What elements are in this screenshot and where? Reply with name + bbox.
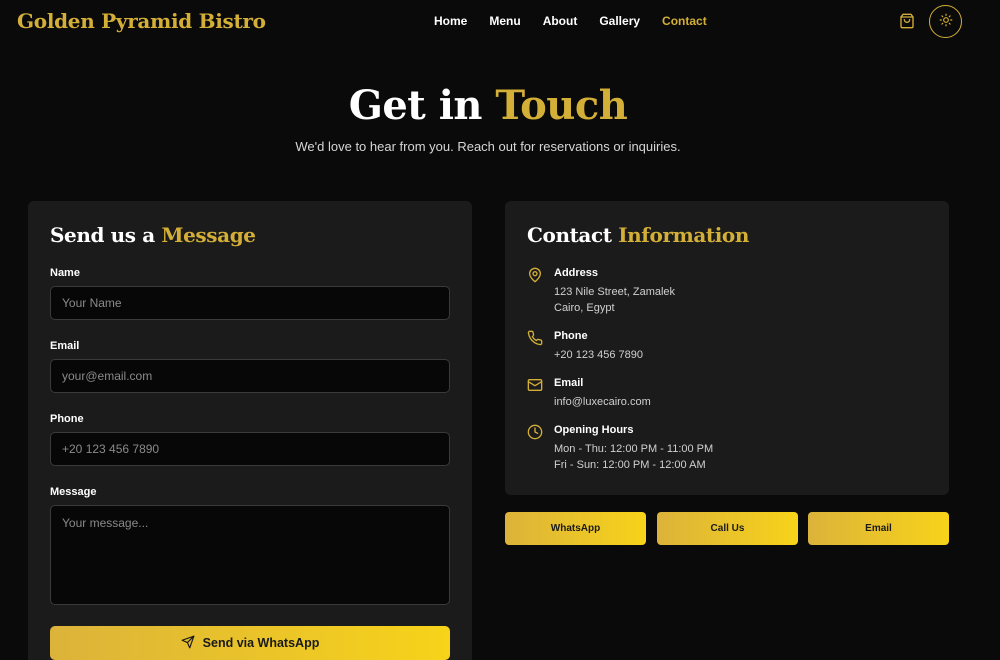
whatsapp-button[interactable]: WhatsApp	[505, 512, 646, 545]
name-label: Name	[50, 267, 80, 279]
address-line-1: 123 Nile Street, Zamalek	[554, 286, 676, 298]
contact-title: Contact Information	[527, 223, 749, 247]
send-whatsapp-label: Send via WhatsApp	[202, 636, 320, 650]
main-nav: Home Menu About Gallery Contact	[434, 14, 729, 28]
nav-gallery[interactable]: Gallery	[599, 14, 640, 28]
address-label: Address	[554, 267, 599, 279]
email-input[interactable]	[50, 359, 450, 393]
shopping-bag-icon[interactable]	[899, 13, 915, 29]
clock-icon	[527, 424, 543, 440]
contact-title-main: Contact	[527, 223, 612, 247]
mail-icon	[527, 377, 543, 393]
hours-line-1: Mon - Thu: 12:00 PM - 11:00 PM	[554, 443, 714, 455]
form-title-main: Send us a	[50, 223, 155, 247]
brand-logo[interactable]: Golden Pyramid Bistro	[17, 9, 266, 33]
phone-label-info: Phone	[554, 330, 588, 342]
phone-label: Phone	[50, 413, 84, 425]
send-icon	[181, 635, 195, 652]
sun-icon	[939, 13, 953, 30]
call-us-button[interactable]: Call Us	[657, 512, 798, 545]
message-form-card: Send us a Message Name Email Phone Messa…	[28, 201, 472, 660]
address-line-2: Cairo, Egypt	[554, 302, 615, 314]
nav-home[interactable]: Home	[434, 14, 467, 28]
nav-about[interactable]: About	[543, 14, 578, 28]
map-pin-icon	[527, 267, 543, 283]
page-subtitle: We'd love to hear from you. Reach out fo…	[295, 139, 681, 154]
message-textarea[interactable]	[50, 505, 450, 605]
phone-input[interactable]	[50, 432, 450, 466]
hours-line-2: Fri - Sun: 12:00 PM - 12:00 AM	[554, 459, 706, 471]
name-input[interactable]	[50, 286, 450, 320]
page-title-main: Get in	[348, 82, 483, 129]
site-header: Golden Pyramid Bistro Home Menu About Ga…	[0, 0, 1000, 44]
contact-title-accent: Information	[618, 223, 750, 247]
form-title-accent: Message	[161, 223, 256, 247]
message-label: Message	[50, 486, 97, 498]
nav-contact[interactable]: Contact	[662, 14, 707, 28]
email-button[interactable]: Email	[808, 512, 949, 545]
phone-value[interactable]: +20 123 456 7890	[554, 349, 643, 361]
page-title-accent: Touch	[495, 82, 628, 129]
email-label: Email	[50, 340, 80, 352]
email-value[interactable]: info@luxecairo.com	[554, 396, 651, 408]
contact-info-card: Contact Information Address 123 Nile Str…	[505, 201, 949, 495]
page-title: Get in Touch	[0, 82, 976, 129]
phone-icon	[527, 330, 543, 346]
form-title: Send us a Message	[50, 223, 256, 247]
hours-label: Opening Hours	[554, 424, 634, 436]
nav-menu[interactable]: Menu	[489, 14, 520, 28]
email-label-info: Email	[554, 377, 584, 389]
send-whatsapp-button[interactable]: Send via WhatsApp	[50, 626, 450, 660]
theme-toggle-button[interactable]	[929, 5, 962, 38]
